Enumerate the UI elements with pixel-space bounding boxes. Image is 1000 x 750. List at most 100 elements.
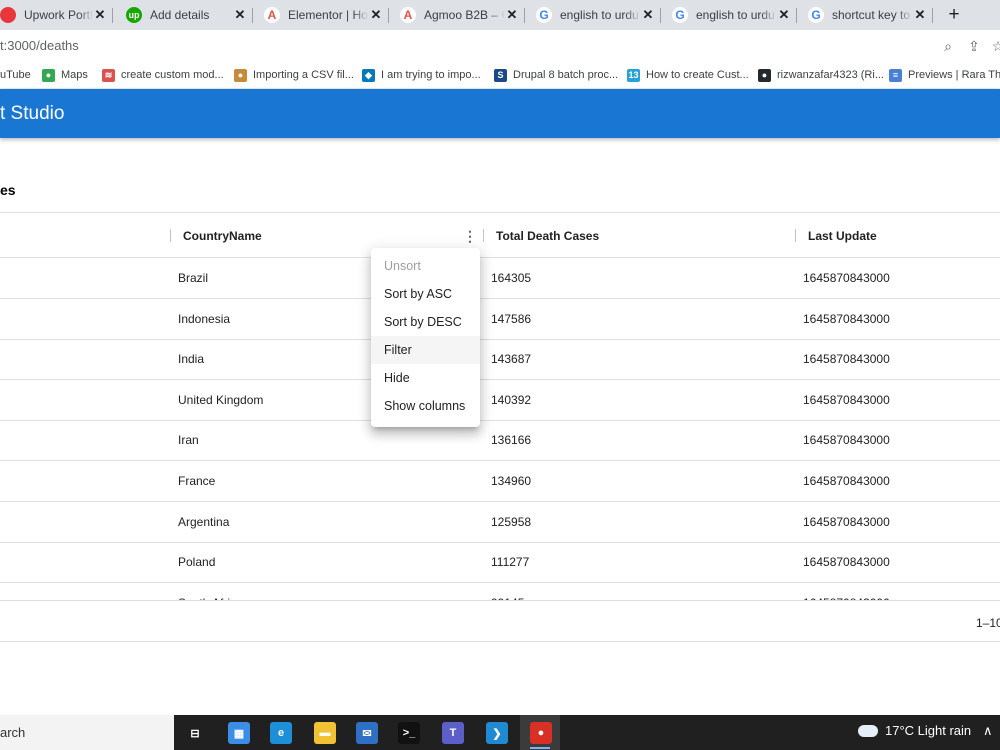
tab-separator <box>388 8 389 23</box>
cell-total-deaths: 134960 <box>491 474 532 488</box>
tab-title: Agmoo B2B – Onl <box>424 8 505 22</box>
chrome-icon[interactable]: ● <box>530 722 552 744</box>
share-icon[interactable]: ⇪ <box>966 38 982 54</box>
close-icon[interactable]: ✕ <box>913 7 927 23</box>
url-text[interactable]: t:3000/deaths <box>0 38 79 53</box>
menu-item-sort-by-desc[interactable]: Sort by DESC <box>371 308 480 336</box>
bookmark-item[interactable]: ≡ Previews | Rara The... <box>889 67 1000 83</box>
google-icon: G <box>672 7 688 23</box>
agmoo-icon: A <box>400 7 416 23</box>
bookmark-star-icon[interactable]: ☆ <box>990 38 1000 54</box>
tab-strip: Upwork Portfolio | ✕ up Add details ✕ A Eleme… <box>0 0 1000 30</box>
task-view-icon[interactable]: ⊟ <box>184 722 206 744</box>
column-separator[interactable] <box>483 229 484 242</box>
bookmark-item[interactable]: uTube <box>0 67 31 83</box>
column-separator[interactable] <box>170 229 171 242</box>
cell-total-deaths: 140392 <box>491 392 532 407</box>
tab-separator <box>796 8 797 23</box>
bookmark-item[interactable]: ● rizwanzafar4323 (Ri... <box>758 67 884 83</box>
tab-title: english to urdu - <box>560 8 641 22</box>
table-row[interactable]: Brazil 164305 1645870843000 <box>0 258 1000 299</box>
bookmark-label: I am trying to impo... <box>381 69 481 81</box>
drupal-icon: ≋ <box>102 68 115 82</box>
grid-body: Brazil 164305 1645870843000 Indonesia 147586… <box>0 258 1000 600</box>
table-row[interactable]: United Kingdom 140392 1645870843000 <box>0 380 1000 421</box>
bookmark-label: rizwanzafar4323 (Ri... <box>777 69 884 81</box>
bookmark-item[interactable]: S Drupal 8 batch proc... <box>494 67 618 83</box>
bookmark-item[interactable]: 13 How to create Cust... <box>627 67 749 83</box>
rara-icon: ≡ <box>889 68 902 82</box>
column-separator[interactable] <box>795 229 796 242</box>
taskbar: arch 17°C Light rain ∧ ⊟ ▦ e ▬ ✉ >_ T ❯ ● <box>0 715 1000 750</box>
close-icon[interactable]: ✕ <box>93 7 107 23</box>
address-bar[interactable]: t:3000/deaths ⌕ ⇪ ☆ <box>0 30 1000 62</box>
cell-last-update: 1645870843000 <box>803 392 890 407</box>
close-icon[interactable]: ✕ <box>777 7 791 23</box>
cell-total-deaths: 99145 <box>491 583 524 600</box>
cell-last-update: 1645870843000 <box>803 433 890 448</box>
weather-widget[interactable]: 17°C Light rain <box>858 723 971 738</box>
tab-title: Elementor | Home <box>288 8 369 22</box>
mail-icon[interactable]: ✉ <box>356 722 378 744</box>
cell-last-update: 1645870843000 <box>803 514 890 529</box>
terminal-icon[interactable]: >_ <box>398 722 420 744</box>
table-row[interactable]: South Africa 99145 1645870843000 <box>0 583 1000 600</box>
cell-total-deaths: 164305 <box>491 271 532 285</box>
microsoft-store-icon[interactable]: ▦ <box>228 722 250 744</box>
tab-title: Add details <box>150 8 210 22</box>
table-row[interactable]: Argentina 125958 1645870843000 <box>0 502 1000 543</box>
maps-pin-icon: ● <box>42 68 55 82</box>
close-icon[interactable]: ✕ <box>233 7 247 23</box>
chevron-up-icon[interactable]: ∧ <box>983 723 993 739</box>
teams-icon[interactable]: T <box>442 722 464 744</box>
table-row[interactable]: Indonesia 147586 1645870843000 <box>0 299 1000 340</box>
cell-last-update: 1645870843000 <box>803 271 890 285</box>
column-menu-icon[interactable]: ⋮ <box>463 228 477 244</box>
cell-total-deaths: 136166 <box>491 433 532 448</box>
new-tab-button[interactable]: + <box>943 4 965 26</box>
cell-last-update: 1645870843000 <box>803 474 890 488</box>
browser-tab[interactable]: A Agmoo B2B – Onl✕ <box>392 0 525 30</box>
bookmark-item[interactable]: ◆ I am trying to impo... <box>362 67 481 83</box>
cell-total-deaths: 111277 <box>491 555 530 570</box>
browser-tab[interactable]: Gshortcut key to ta✕ <box>800 0 933 30</box>
close-icon[interactable]: ✕ <box>505 7 519 23</box>
edge-icon[interactable]: e <box>270 722 292 744</box>
zoom-icon[interactable]: ⌕ <box>940 38 956 54</box>
tab-separator <box>660 8 661 23</box>
file-explorer-icon[interactable]: ▬ <box>314 722 336 744</box>
column-header-total-death-cases[interactable]: Total Death Cases <box>496 213 599 258</box>
column-header-last-update[interactable]: Last Update <box>808 213 877 258</box>
vscode-icon[interactable]: ❯ <box>486 722 508 744</box>
bookmark-item[interactable]: ● Maps <box>42 67 88 83</box>
column-header-countryname[interactable]: CountryName <box>183 213 262 258</box>
taskbar-search[interactable]: arch <box>0 715 174 750</box>
cell-country: Iran <box>178 433 199 448</box>
cell-last-update: 1645870843000 <box>803 583 890 600</box>
menu-item-hide[interactable]: Hide <box>371 364 480 392</box>
close-icon[interactable]: ✕ <box>369 7 383 23</box>
table-row[interactable]: France 134960 1645870843000 <box>0 461 1000 502</box>
browser-tab[interactable]: Upwork Portfolio | ✕ <box>0 0 113 30</box>
cell-last-update: 1645870843000 <box>803 352 890 367</box>
browser-tab[interactable]: Genglish to urdu - ✕ <box>528 0 661 30</box>
close-icon[interactable]: ✕ <box>641 7 655 23</box>
bookmark-item[interactable]: ≋ create custom mod... <box>102 67 224 83</box>
cell-total-deaths: 143687 <box>491 352 532 367</box>
menu-item-show-columns[interactable]: Show columns <box>371 392 480 420</box>
menu-item-sort-by-asc[interactable]: Sort by ASC <box>371 280 480 308</box>
table-row[interactable]: Poland 111277 1645870843000 <box>0 542 1000 584</box>
browser-tab[interactable]: A Elementor | Home✕ <box>256 0 389 30</box>
cell-country: Brazil <box>178 271 209 285</box>
browser-tab[interactable]: Genglish to urdu - ✕ <box>664 0 797 30</box>
browser-tab[interactable]: up Add details ✕ <box>118 0 253 30</box>
bookmark-label: Maps <box>61 69 88 81</box>
pagination-label: 1–10 <box>976 616 1000 630</box>
table-row[interactable]: Iran 136166 1645870843000 <box>0 420 1000 462</box>
table-row[interactable]: India 143687 1645870843000 <box>0 339 1000 381</box>
menu-item-filter[interactable]: Filter <box>371 336 480 364</box>
cloud-rain-icon <box>858 724 878 737</box>
bookmark-item[interactable]: ● Importing a CSV fil... <box>234 67 354 83</box>
cell-country: Indonesia <box>178 311 231 326</box>
google-icon: G <box>808 7 824 23</box>
